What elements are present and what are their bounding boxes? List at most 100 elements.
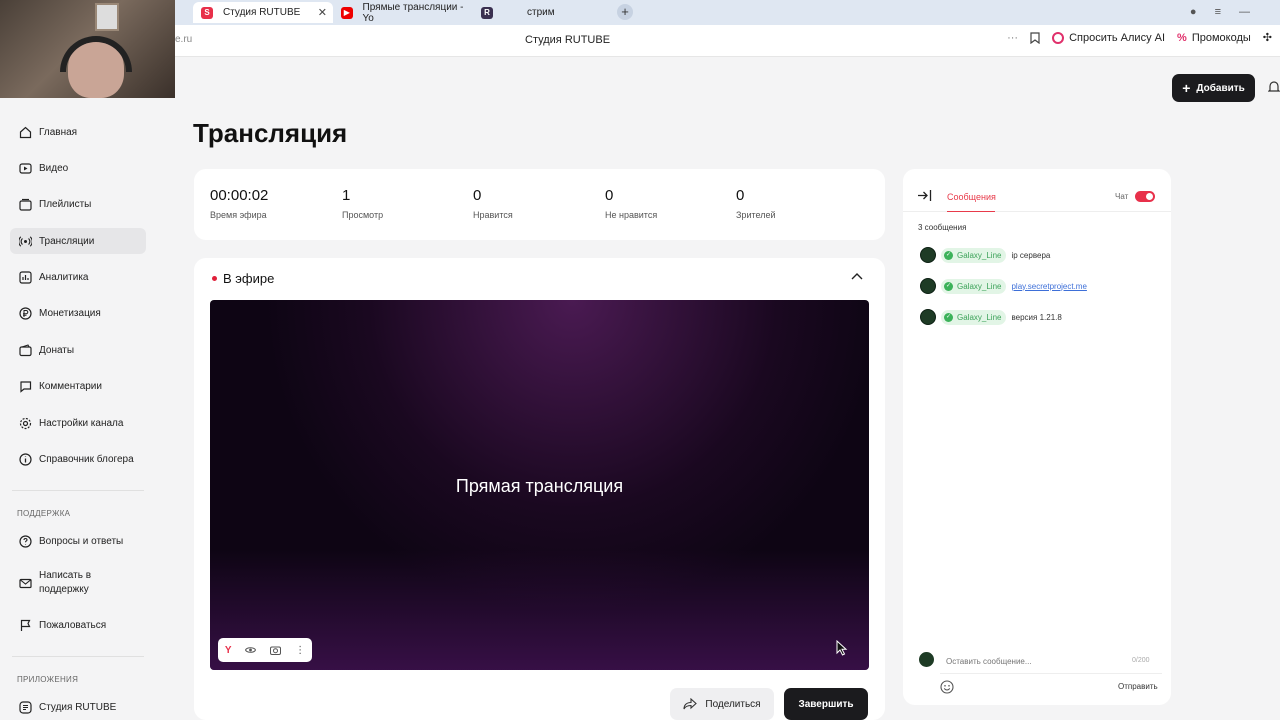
ruble-icon: [18, 306, 32, 320]
promo-label: Промокоды: [1191, 31, 1251, 44]
address-bar: e.ru Студия RUTUBE ··· Спросить Алису AI…: [175, 25, 1280, 57]
info-icon: [18, 452, 32, 466]
eye-icon[interactable]: [245, 646, 257, 654]
active-tab-indicator: [947, 211, 995, 212]
avatar[interactable]: [920, 309, 936, 325]
stat-value: 0: [736, 187, 745, 204]
stat-label: Зрителей: [736, 210, 776, 220]
wall-picture: [95, 3, 119, 31]
sidebar-item-contact-support[interactable]: Написать в поддержку: [10, 566, 146, 600]
chat-message: ✓ Galaxy_Line play.secretproject.me: [920, 278, 1087, 294]
message-text: версия 1.21.8: [1011, 312, 1062, 322]
avatar[interactable]: [920, 247, 936, 263]
sidebar-item-label: Главная: [39, 126, 78, 138]
sidebar-divider: [12, 656, 144, 657]
sidebar-item-faq[interactable]: Вопросы и ответы: [10, 528, 146, 554]
new-tab-button[interactable]: +: [617, 4, 633, 20]
question-icon: [18, 534, 32, 548]
avatar[interactable]: [920, 278, 936, 294]
sidebar-item-label: Монетизация: [39, 307, 101, 319]
bell-icon[interactable]: [1268, 80, 1280, 94]
bookmark-icon[interactable]: [1030, 31, 1040, 44]
sidebar-item-label: Студия RUTUBE: [39, 701, 117, 713]
yandex-icon[interactable]: Y: [225, 645, 232, 656]
more-icon[interactable]: ···: [1007, 32, 1018, 44]
stat-label: Не нравится: [605, 210, 658, 220]
verified-icon: ✓: [944, 312, 953, 322]
browser-tab-studio[interactable]: S Студия RUTUBE ✕: [193, 2, 333, 23]
char-counter: 0/200: [1132, 657, 1150, 664]
sidebar-item-video[interactable]: Видео: [10, 155, 146, 181]
share-button[interactable]: Поделиться: [670, 688, 774, 720]
sidebar-item-analytics[interactable]: Аналитика: [10, 264, 146, 290]
verified-icon: ✓: [944, 281, 953, 291]
my-avatar: [919, 652, 934, 667]
alice-label: Спросить Алису AI: [1069, 31, 1166, 44]
end-label: Завершить: [798, 698, 854, 710]
add-label: Добавить: [1196, 82, 1245, 94]
mouse-cursor-icon: [836, 640, 848, 656]
sidebar-item-blogger-guide[interactable]: Справочник блогера: [10, 446, 146, 472]
sidebar-item-home[interactable]: Главная: [10, 119, 146, 145]
sidebar-item-playlists[interactable]: Плейлисты: [10, 191, 146, 217]
stat-views: 1 Просмотр: [342, 187, 383, 220]
extensions-icon[interactable]: ✣: [1263, 31, 1272, 44]
chevron-up-icon[interactable]: [851, 272, 863, 280]
browser-tab-youtube[interactable]: ▶ Прямые трансляции - Yo: [333, 2, 473, 24]
sidebar-item-label: Видео: [39, 162, 69, 174]
profile-icon[interactable]: ●: [1190, 6, 1197, 18]
message-link[interactable]: play.secretproject.me: [1011, 282, 1086, 291]
stat-viewers: 0 Зрителей: [736, 187, 775, 220]
stat-label: Нравится: [473, 210, 513, 220]
author-name: Galaxy_Line: [957, 250, 1002, 260]
url-text[interactable]: e.ru: [175, 34, 192, 45]
alice-icon: [1052, 31, 1065, 44]
broadcast-icon: [18, 234, 32, 248]
collapse-panel-icon[interactable]: [917, 189, 932, 202]
author-name: Galaxy_Line: [957, 281, 1002, 291]
stat-value: 0: [605, 187, 614, 204]
alice-button[interactable]: Спросить Алису AI: [1052, 31, 1166, 44]
minimize-icon[interactable]: —: [1239, 6, 1250, 18]
add-button[interactable]: + Добавить: [1172, 74, 1255, 102]
message-text: ip сервера: [1011, 250, 1051, 260]
sidebar-item-comments[interactable]: Комментарии: [10, 373, 146, 399]
home-icon: [18, 125, 32, 139]
video-player[interactable]: Прямая трансляция Y ⋮: [210, 300, 869, 670]
sidebar-item-label: Плейлисты: [39, 198, 92, 210]
address-actions: ··· Спросить Алису AI % Промокоды ✣: [1007, 31, 1272, 44]
send-button[interactable]: Отправить: [1118, 682, 1158, 691]
menu-icon[interactable]: ≡: [1215, 6, 1221, 18]
chat-toggle[interactable]: [1135, 191, 1155, 202]
more-vertical-icon[interactable]: ⋮: [295, 645, 305, 656]
wallet-icon: [18, 343, 32, 357]
sidebar-item-label: Комментарии: [39, 380, 102, 392]
sidebar-item-report[interactable]: Пожаловаться: [10, 612, 146, 638]
sidebar-item-studio-app[interactable]: Студия RUTUBE: [10, 694, 146, 720]
author-badge[interactable]: ✓ Galaxy_Line: [941, 278, 1007, 294]
sidebar-item-monetization[interactable]: Монетизация: [10, 300, 146, 326]
message-count: 3 сообщения: [918, 223, 967, 232]
author-badge[interactable]: ✓ Galaxy_Line: [941, 247, 1007, 263]
page-title: Трансляция: [193, 118, 348, 148]
apps-section-title: ПРИЛОЖЕНИЯ: [17, 675, 79, 684]
stat-likes: 0 Нравится: [473, 187, 513, 220]
sidebar-item-donations[interactable]: Донаты: [10, 337, 146, 363]
sidebar-item-channel-settings[interactable]: Настройки канала: [10, 410, 146, 436]
chat-message-input[interactable]: [940, 650, 1162, 674]
window-controls: ● ≡ —: [1190, 6, 1250, 18]
browser-tab-stream[interactable]: R стрим: [473, 2, 613, 23]
end-stream-button[interactable]: Завершить: [784, 688, 868, 720]
stat-value: 0: [473, 187, 482, 204]
author-badge[interactable]: ✓ Galaxy_Line: [941, 309, 1007, 325]
flag-icon: [18, 618, 32, 632]
plus-icon: +: [1182, 80, 1191, 96]
stat-label: Просмотр: [342, 210, 384, 220]
sidebar-item-broadcasts[interactable]: Трансляции: [10, 228, 146, 254]
stat-airtime: 00:00:02 Время эфира: [210, 187, 268, 220]
camera-icon[interactable]: [270, 645, 282, 655]
promo-button[interactable]: % Промокоды: [1177, 32, 1251, 44]
tab-messages[interactable]: Сообщения: [947, 192, 996, 202]
emoji-icon[interactable]: [940, 680, 954, 694]
close-tab-icon[interactable]: ✕: [318, 6, 327, 19]
